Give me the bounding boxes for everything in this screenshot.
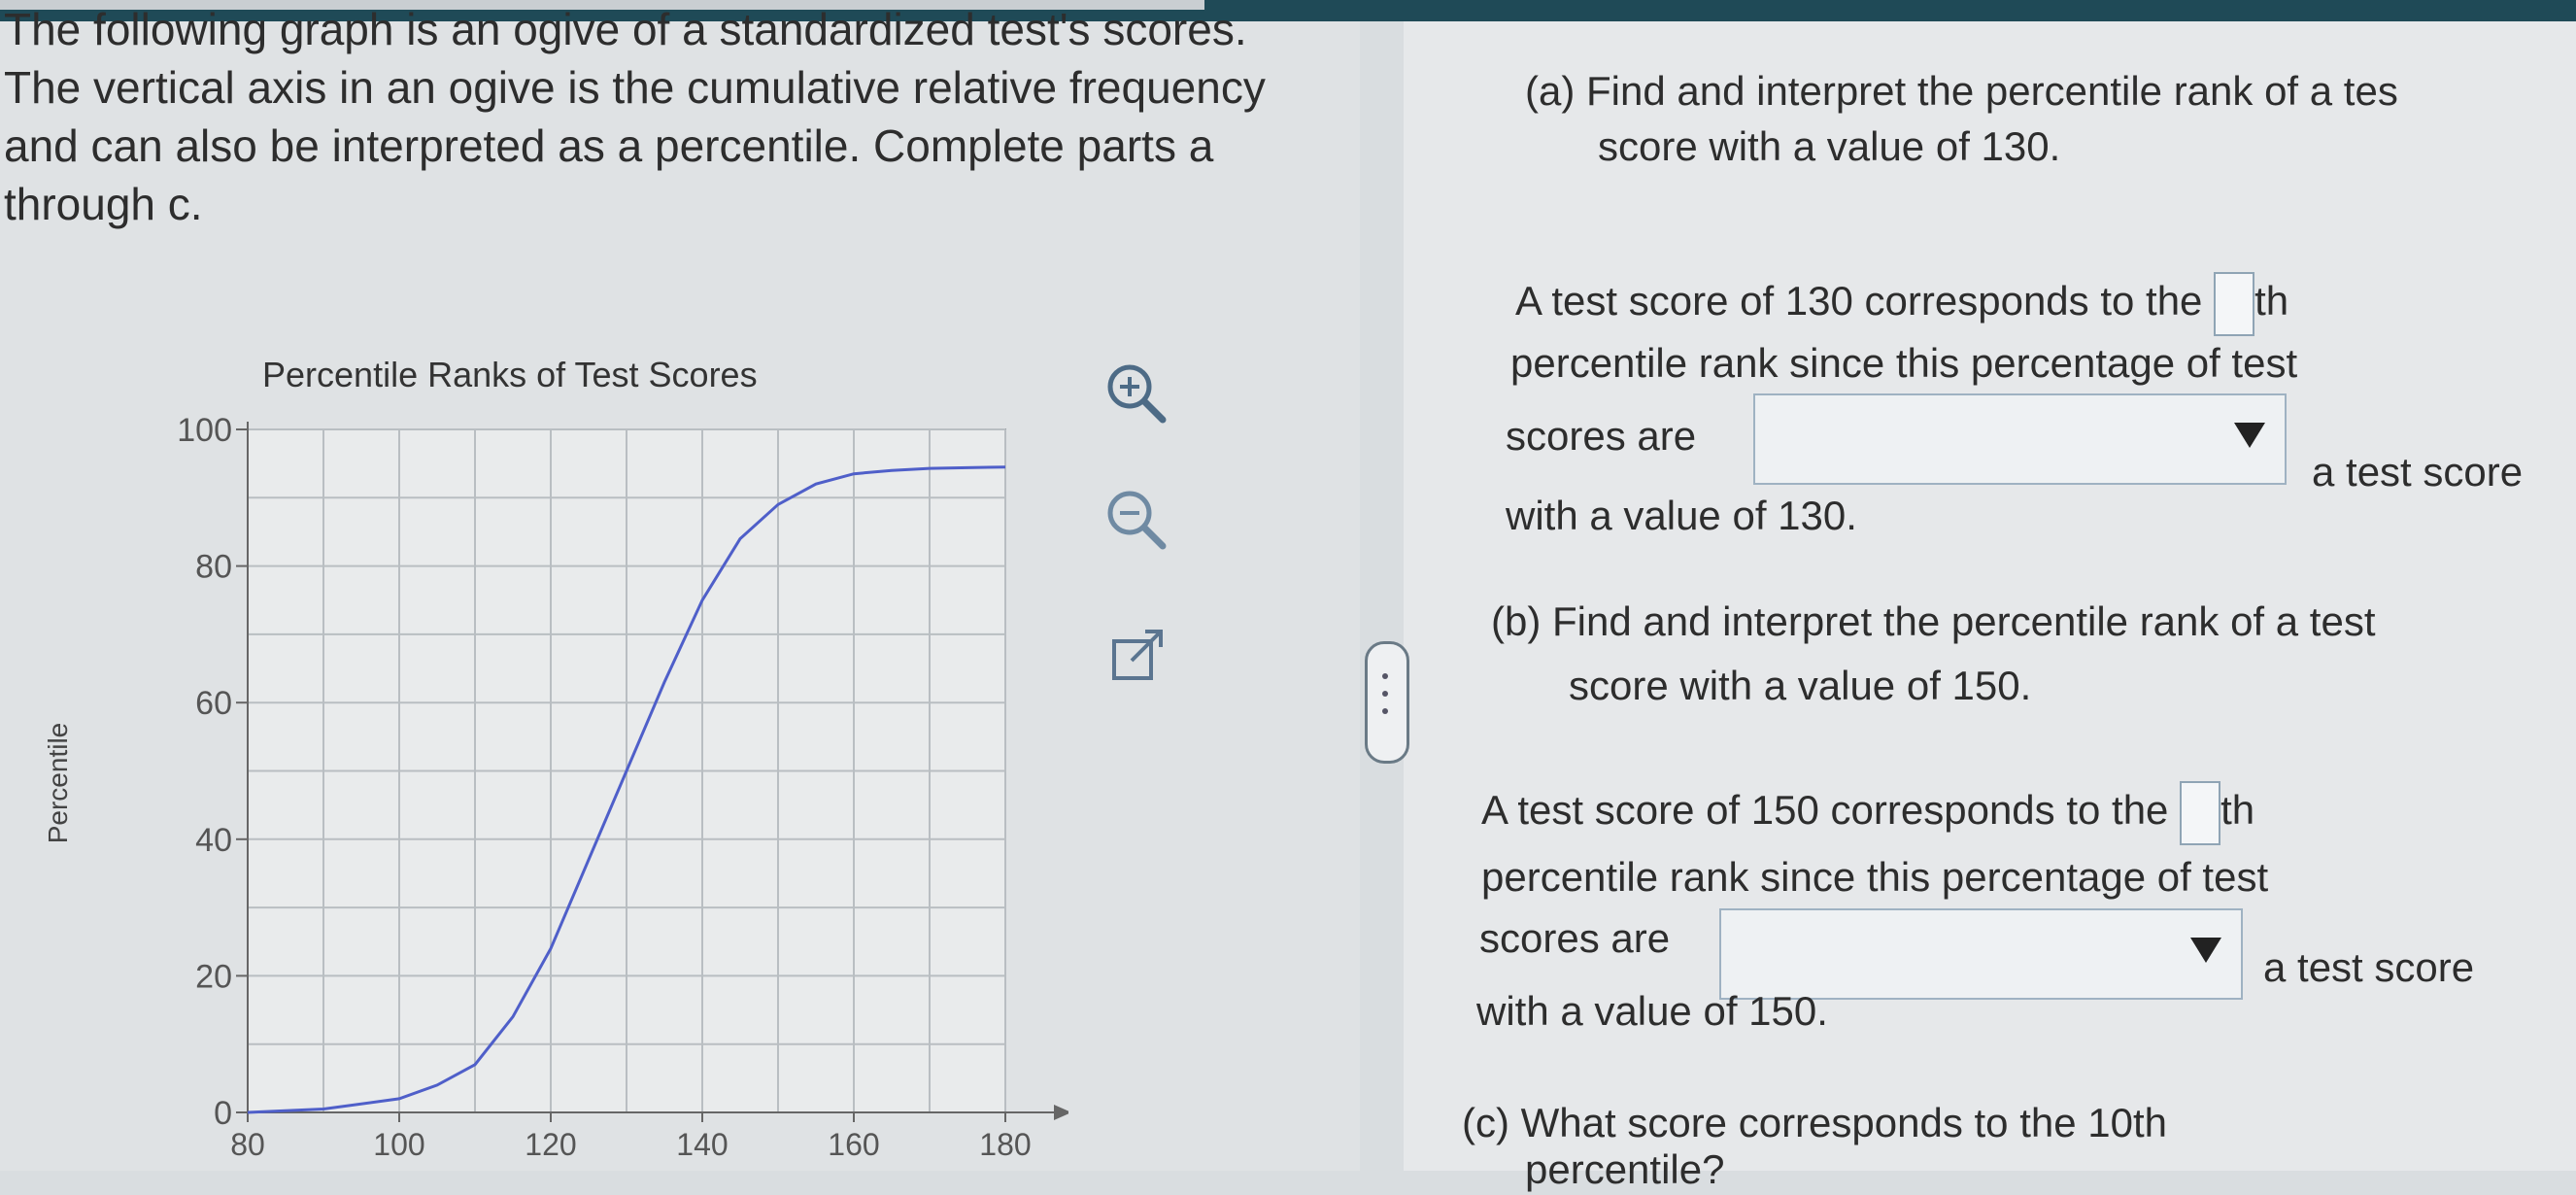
- part-a-heading-2: score with a value of 130.: [1598, 123, 2061, 169]
- part-b-line1-text: A test score of 150 corresponds to the: [1481, 787, 2169, 834]
- part-a-th: th: [2254, 278, 2289, 324]
- zoom-out-icon[interactable]: [1098, 481, 1175, 559]
- pane-splitter-handle[interactable]: [1365, 641, 1409, 764]
- intro-text: The following graph is an ogive of a sta…: [4, 4, 1266, 229]
- part-a-line2: percentile rank since this percentage of…: [1510, 340, 2298, 386]
- part-b-line2: percentile rank since this percentage of…: [1481, 854, 2269, 900]
- part-c-heading-2: percentile?: [1525, 1146, 1725, 1192]
- x-tick-label: 120: [525, 1127, 576, 1162]
- part-a-line1: A test score of 130 corresponds to the t…: [1515, 272, 2288, 336]
- part-b-line3-pre: scores are: [1479, 915, 1671, 961]
- part-a-line3-pre: scores are: [1506, 413, 1697, 459]
- zoom-in-icon[interactable]: [1098, 355, 1175, 432]
- y-tick-label: 40: [195, 822, 232, 859]
- x-tick-label: 80: [230, 1127, 265, 1162]
- part-a-percentile-input[interactable]: [2214, 272, 2255, 336]
- y-tick-label: 20: [195, 958, 232, 995]
- x-tick-label: 160: [828, 1127, 879, 1162]
- part-b-line3-post: a test score: [2263, 944, 2475, 990]
- part-c-heading: (c) What score corresponds to the 10th: [1462, 1100, 2167, 1145]
- part-a-line3-post: a test score: [2312, 449, 2524, 495]
- part-b-line4: with a value of 150.: [1476, 988, 1828, 1034]
- x-tick-label: 140: [676, 1127, 728, 1162]
- y-tick-label: 60: [195, 685, 232, 722]
- part-b-percentile-input[interactable]: [2180, 781, 2221, 845]
- x-axis-arrow: [1054, 1105, 1068, 1120]
- part-b-heading: (b) Find and interpret the percentile ra…: [1491, 598, 2376, 644]
- part-b-th: th: [2220, 787, 2255, 834]
- part-a-line4: with a value of 130.: [1506, 493, 1857, 538]
- part-a-dropdown[interactable]: [1753, 393, 2287, 485]
- chevron-down-icon: [2234, 423, 2265, 448]
- y-tick-label: 100: [177, 412, 232, 449]
- chart-container: Percentile Ranks of Test Scores Percenti…: [43, 355, 1068, 1171]
- splitter-dots: [1382, 673, 1388, 714]
- part-a-heading: (a) Find and interpret the percentile ra…: [1525, 68, 2398, 114]
- y-tick-label: 80: [195, 549, 232, 586]
- ogive-chart: 0 20 40 60 80 100 80 100 120 140 160 180: [177, 412, 1068, 1162]
- part-b-heading-2: score with a value of 150.: [1569, 663, 2032, 708]
- chevron-down-icon: [2190, 938, 2221, 963]
- y-tick-label: 0: [214, 1095, 232, 1132]
- popout-icon[interactable]: [1098, 617, 1175, 695]
- part-a-line1-text: A test score of 130 corresponds to the: [1515, 278, 2203, 324]
- x-tick-label: 180: [979, 1127, 1031, 1162]
- x-tick-label: 100: [373, 1127, 424, 1162]
- part-b-line1: A test score of 150 corresponds to the t…: [1481, 781, 2254, 845]
